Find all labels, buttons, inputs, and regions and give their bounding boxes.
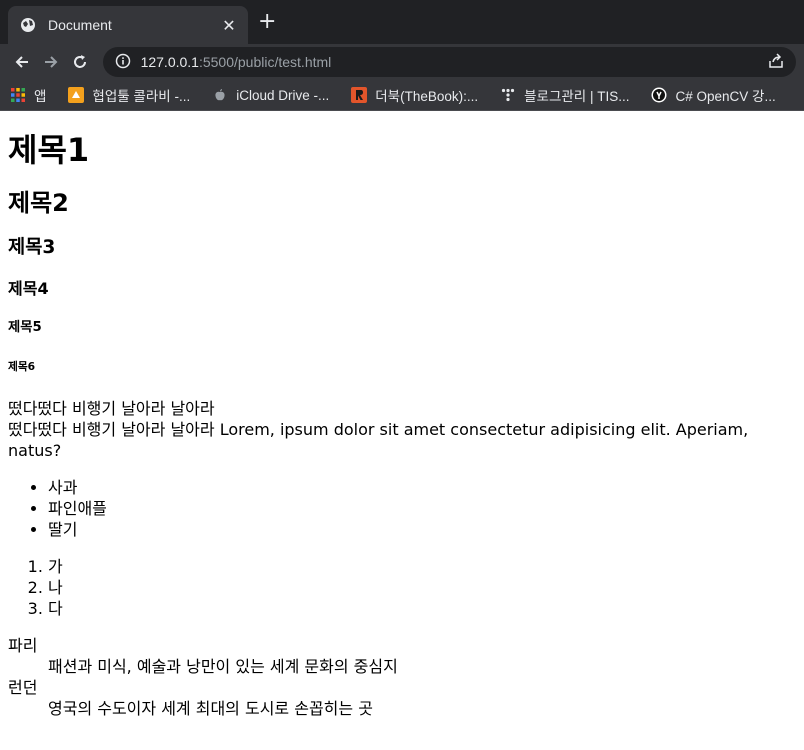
definition-term: 런던 [8,677,38,697]
heading-2: 제목2 [8,188,69,217]
paragraph-line: 떴다떴다 비행기 날아라 날아라 [8,398,215,418]
bookmark-opencv[interactable]: C# OpenCV 강... [651,85,776,105]
paragraph: 떴다떴다 비행기 날아라 날아라 떴다떴다 비행기 날아라 날아라 Lorem, … [8,398,796,461]
ordered-list: 가 나 다 [8,556,796,619]
fruit-list: 사과 파인애플 딸기 [8,477,796,540]
tistory-icon [500,87,516,103]
list-item: 딸기 [48,519,796,540]
paragraph-line: 떴다떴다 비행기 날아라 날아라 Lorem, ipsum dolor sit … [8,419,749,460]
forward-icon[interactable] [37,47,66,77]
bookmark-thebook[interactable]: 더북(TheBook):... [351,85,478,105]
bookmark-icloud[interactable]: iCloud Drive -... [212,87,329,103]
city-definition-list: 파리 패션과 미식, 예술과 낭만이 있는 세계 문화의 중심지 런던 영국의 … [8,635,796,719]
apple-icon [212,87,228,103]
heading-4: 제목4 [8,278,49,298]
browser-toolbar: 127.0.0.1:5500/public/test.html [0,44,804,80]
tab-strip: Document ✕ + [0,0,804,44]
back-icon[interactable] [8,47,37,77]
tab-title: Document [48,17,112,33]
new-tab-icon[interactable]: + [258,11,276,33]
bookmark-label: 더북(TheBook):... [375,89,479,104]
heading-3: 제목3 [8,237,56,259]
reload-icon[interactable] [66,47,95,77]
definition-description: 영국의 수도이자 세계 최대의 도시로 손꼽히는 곳 [48,698,373,718]
bookmark-label: iCloud Drive -... [236,87,330,103]
opencv-blog-icon [651,87,667,103]
apps-grid-icon [10,87,26,103]
close-tab-icon[interactable]: ✕ [220,16,238,35]
page-content: 제목1 제목2 제목3 제목4 제목5 제목6 떴다떴다 비행기 날아라 날아라… [0,132,804,719]
heading-5: 제목5 [8,320,42,336]
list-item: 다 [48,598,796,619]
address-bar[interactable]: 127.0.0.1:5500/public/test.html [102,47,797,77]
bookmark-collabee[interactable]: 협업툴 콜라비 -... [68,85,190,105]
list-item: 가 [48,556,796,577]
tab-document[interactable]: Document ✕ [8,6,248,44]
bookmark-label: 협업툴 콜라비 -... [92,89,191,104]
bookmark-label: 앱 [34,89,47,104]
bookmark-label: C# OpenCV 강... [675,89,776,104]
heading-1: 제목1 [8,131,90,169]
info-icon[interactable] [115,53,131,72]
globe-icon [20,17,36,33]
url-host: 127.0.0.1 [140,54,199,70]
definition-term: 파리 [8,635,38,655]
bookmark-apps[interactable]: 앱 [10,85,46,105]
list-item: 파인애플 [48,498,796,519]
definition-description: 패션과 미식, 예술과 낭만이 있는 세계 문화의 중심지 [48,656,398,676]
bookmark-tistory[interactable]: 블로그관리 | TIS... [500,85,629,105]
thebook-icon [351,87,368,103]
bookmark-label: 블로그관리 | TIS... [524,89,630,104]
bookmarks-bar: 앱 협업툴 콜라비 -... iCloud Drive -... 더북(TheB… [0,80,804,111]
heading-6: 제목6 [8,359,36,373]
collabee-icon [68,87,85,103]
list-item: 사과 [48,477,796,498]
list-item: 나 [48,577,796,598]
url-path: :5500/public/test.html [198,54,332,70]
share-icon[interactable] [768,52,784,72]
